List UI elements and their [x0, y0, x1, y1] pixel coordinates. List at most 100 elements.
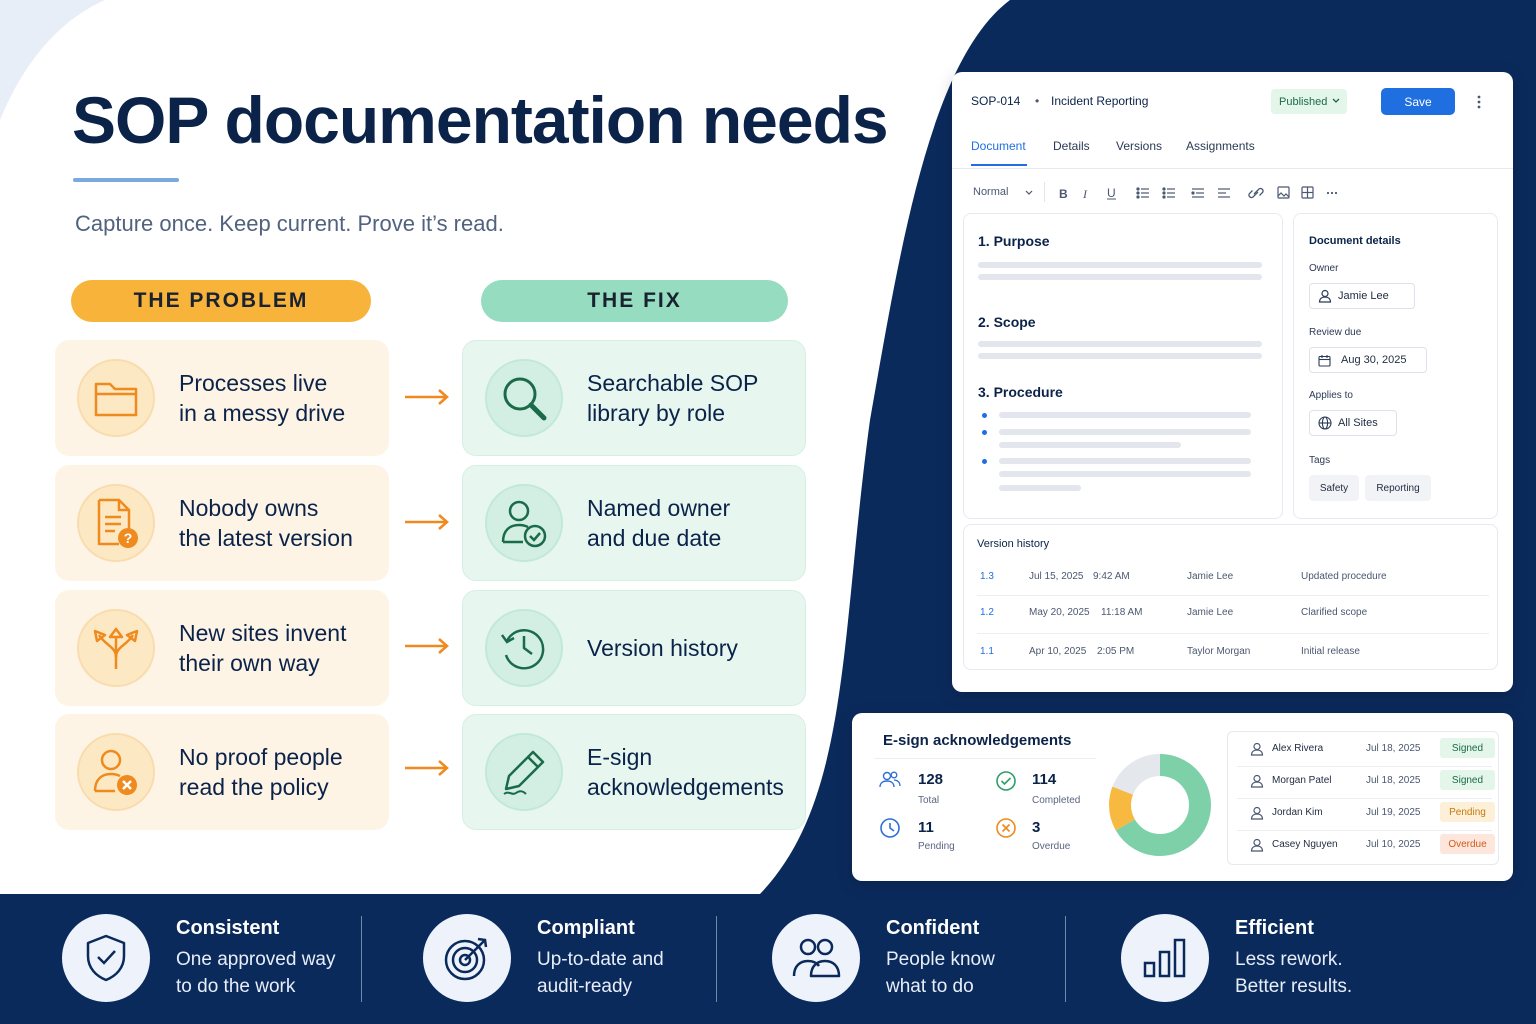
signer-row[interactable]: Jordan Kim Jul 19, 2025 Pending	[1242, 802, 1495, 827]
review-value: Aug 30, 2025	[1341, 354, 1407, 366]
applies-to-field[interactable]: All Sites	[1309, 410, 1397, 436]
owner-label: Owner	[1309, 263, 1339, 274]
document-body[interactable]: 1. Purpose 2. Scope 3. Procedure	[963, 213, 1283, 519]
status-dropdown[interactable]: Published	[1271, 89, 1347, 114]
version-note: Clarified scope	[1301, 607, 1368, 618]
more-vertical-icon[interactable]	[1476, 94, 1482, 110]
globe-icon	[1318, 416, 1332, 430]
divider	[716, 916, 717, 1002]
benefit-efficient: Efficient Less rework. Better results.	[1121, 914, 1352, 1002]
review-date-field[interactable]: Aug 30, 2025	[1309, 347, 1427, 373]
doc-id: SOP-014	[971, 94, 1021, 108]
clock-icon	[880, 818, 900, 838]
fix-line: acknowledgements	[587, 774, 784, 800]
version-time: 2:05 PM	[1097, 646, 1135, 657]
document-editor-panel: SOP-014 • Incident Reporting Published S…	[952, 72, 1513, 692]
save-button[interactable]: Save	[1381, 88, 1455, 115]
problem-card: No proof people read the policy	[55, 714, 389, 830]
signer-row[interactable]: Morgan Patel Jul 18, 2025 Signed	[1242, 770, 1495, 795]
status-label: Published	[1279, 95, 1328, 108]
stat-label: Overdue	[1032, 841, 1071, 852]
text-placeholder	[999, 485, 1081, 491]
active-tab-indicator	[971, 164, 1027, 166]
esign-heading: E-sign acknowledgements	[883, 732, 1072, 749]
version-number: 1.2	[980, 607, 994, 618]
arrow-right-icon	[405, 638, 449, 654]
signer-name: Alex Rivera	[1272, 743, 1324, 754]
benefit-line: One approved way	[176, 948, 336, 970]
divider	[977, 595, 1489, 596]
divider	[952, 168, 1513, 169]
benefit-compliant: Compliant Up-to-date and audit-ready	[423, 914, 664, 1002]
version-time: 11:18 AM	[1101, 607, 1143, 618]
tab-document[interactable]: Document	[971, 139, 1026, 153]
fix-card: Searchable SOP library by role	[462, 340, 806, 456]
version-time: 9:42 AM	[1093, 571, 1130, 582]
problem-line: No proof people	[179, 744, 343, 770]
format-select[interactable]: Normal	[973, 186, 1008, 198]
text-placeholder	[978, 274, 1262, 280]
page-title: SOP documentation needs	[72, 83, 889, 157]
text-placeholder	[999, 471, 1251, 477]
review-label: Review due	[1309, 327, 1362, 338]
fix-card: Named owner and due date	[462, 465, 806, 581]
user-icon	[1318, 289, 1332, 303]
bullet	[982, 459, 987, 464]
tab-details[interactable]: Details	[1053, 139, 1090, 153]
numbered-list-icon	[1162, 187, 1175, 199]
fix-card: Version history	[462, 590, 806, 706]
applies-value: All Sites	[1338, 417, 1378, 429]
fix-line: Version history	[587, 635, 738, 661]
tab-assignments[interactable]: Assignments	[1186, 139, 1255, 153]
doc-separator: •	[1035, 94, 1040, 108]
title-underline	[73, 178, 179, 182]
version-note: Updated procedure	[1301, 571, 1387, 582]
arrow-right-icon	[405, 760, 449, 776]
divider	[1237, 830, 1492, 831]
link-icon	[1248, 187, 1264, 199]
signer-name: Jordan Kim	[1272, 807, 1323, 818]
problem-line: their own way	[179, 650, 320, 676]
tab-versions[interactable]: Versions	[1116, 139, 1162, 153]
target-icon	[423, 914, 511, 1002]
version-note: Initial release	[1301, 646, 1360, 657]
history-clock-icon	[485, 609, 563, 687]
problem-line: Processes live	[179, 370, 328, 396]
signer-row[interactable]: Alex Rivera Jul 18, 2025 Signed	[1242, 738, 1495, 763]
owner-field[interactable]: Jamie Lee	[1309, 283, 1415, 309]
table-icon	[1301, 186, 1314, 199]
text-placeholder	[978, 341, 1262, 347]
fix-line: library by role	[587, 400, 726, 426]
align-icon	[1218, 188, 1230, 198]
svg-text:B: B	[1059, 187, 1068, 201]
section-heading: 1. Purpose	[978, 233, 1050, 249]
fix-line: Named owner	[587, 495, 731, 521]
benefit-line: to do the work	[176, 975, 296, 997]
version-author: Jamie Lee	[1187, 607, 1234, 618]
tag-chip[interactable]: Safety	[1309, 475, 1359, 501]
stat-label: Completed	[1032, 795, 1081, 806]
chevron-down-icon	[1025, 190, 1033, 195]
status-badge: Overdue	[1440, 834, 1495, 854]
signer-name: Casey Nguyen	[1272, 839, 1338, 850]
version-number: 1.3	[980, 571, 994, 582]
text-placeholder	[978, 262, 1262, 268]
people-icon	[772, 914, 860, 1002]
fix-line: and due date	[587, 525, 722, 551]
problem-line: the latest version	[179, 525, 353, 551]
text-placeholder	[999, 458, 1251, 464]
check-circle-icon	[996, 771, 1016, 791]
benefit-title: Compliant	[537, 916, 635, 939]
tags-label: Tags	[1309, 455, 1331, 466]
signer-row[interactable]: Casey Nguyen Jul 10, 2025 Overdue	[1242, 834, 1495, 859]
formatting-toolbar[interactable]: B I U	[1056, 185, 1356, 201]
chevron-down-icon	[1332, 98, 1340, 103]
benefit-title: Confident	[886, 916, 980, 939]
tag-chip[interactable]: Reporting	[1365, 475, 1431, 501]
benefit-line: Less rework.	[1235, 948, 1343, 970]
user-icon	[1250, 742, 1264, 756]
stat-value: 114	[1032, 771, 1057, 788]
stat-label: Pending	[918, 841, 955, 852]
signer-date: Jul 19, 2025	[1366, 807, 1421, 818]
users-icon	[879, 771, 901, 788]
